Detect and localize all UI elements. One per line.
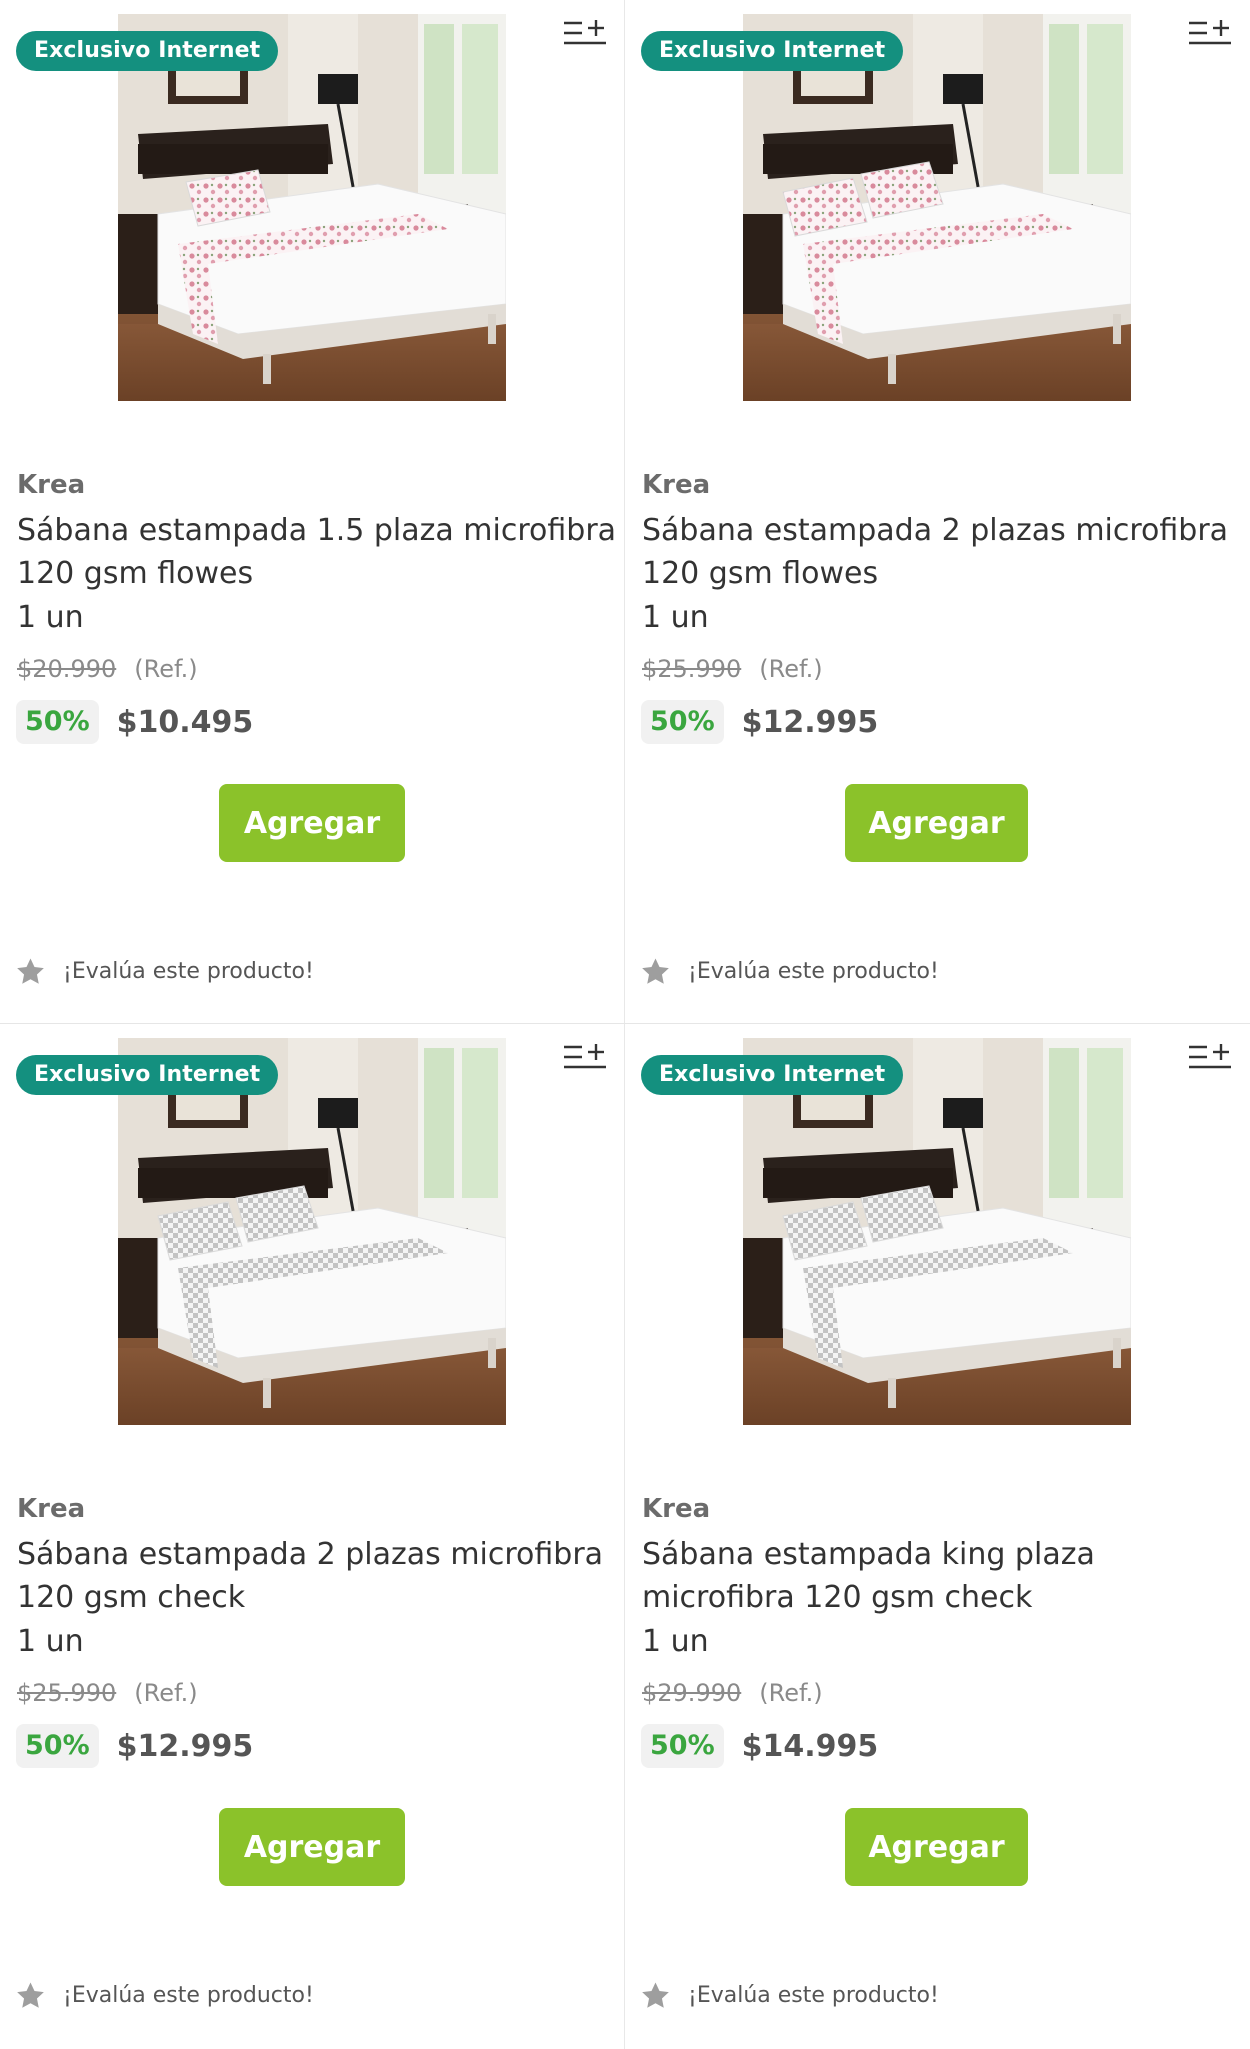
add-to-cart-button[interactable]: Agregar	[845, 1808, 1028, 1886]
product-title[interactable]: Sábana estampada 1.5 plaza microfibra 12…	[17, 509, 617, 595]
exclusive-badge: Exclusivo Internet	[641, 31, 904, 71]
product-unit: 1 un	[642, 600, 709, 635]
compare-add-icon[interactable]	[1187, 1042, 1235, 1074]
product-image[interactable]	[743, 1038, 1131, 1425]
rate-product-label: ¡Evalúa este producto!	[688, 959, 939, 984]
rate-product-link[interactable]: ¡Evalúa este producto!	[14, 955, 314, 988]
rate-product-label: ¡Evalúa este producto!	[63, 1983, 314, 2008]
current-price: $10.495	[116, 704, 254, 740]
add-to-cart-button[interactable]: Agregar	[219, 1808, 405, 1886]
star-icon	[14, 1979, 47, 2012]
product-unit: 1 un	[642, 1624, 709, 1659]
ref-label: (Ref.)	[134, 655, 198, 683]
reference-price-row: $29.990 (Ref.)	[642, 1679, 823, 1707]
old-price: $25.990	[17, 1679, 117, 1707]
discount-badge: 50%	[16, 1724, 99, 1768]
product-card[interactable]: Exclusivo Internet Krea Sábana estampada…	[625, 1024, 1250, 2049]
old-price: $25.990	[642, 655, 742, 683]
star-icon	[639, 1979, 672, 2012]
discount-badge: 50%	[16, 700, 99, 744]
product-image[interactable]	[118, 14, 506, 401]
rate-product-label: ¡Evalúa este producto!	[63, 959, 314, 984]
add-to-cart-button[interactable]: Agregar	[219, 784, 405, 862]
reference-price-row: $25.990 (Ref.)	[17, 1679, 198, 1707]
rate-product-link[interactable]: ¡Evalúa este producto!	[639, 955, 939, 988]
old-price: $20.990	[17, 655, 117, 683]
current-price: $14.995	[741, 1728, 879, 1764]
price-row: 50% $10.495	[16, 700, 253, 744]
product-card[interactable]: Exclusivo Internet Krea Sábana estampada…	[0, 0, 625, 1024]
product-image[interactable]	[743, 14, 1131, 401]
compare-add-icon[interactable]	[1187, 18, 1235, 50]
discount-badge: 50%	[641, 700, 724, 744]
star-icon	[14, 955, 47, 988]
product-title[interactable]: Sábana estampada king plaza microfibra 1…	[642, 1533, 1242, 1619]
product-title[interactable]: Sábana estampada 2 plazas microfibra 120…	[17, 1533, 617, 1619]
product-image[interactable]	[118, 1038, 506, 1425]
rate-product-link[interactable]: ¡Evalúa este producto!	[639, 1979, 939, 2012]
rate-product-link[interactable]: ¡Evalúa este producto!	[14, 1979, 314, 2012]
exclusive-badge: Exclusivo Internet	[641, 1055, 904, 1095]
product-grid: Exclusivo Internet Krea Sábana estampada…	[0, 0, 1250, 2049]
compare-add-icon[interactable]	[562, 1042, 610, 1074]
discount-badge: 50%	[641, 1724, 724, 1768]
product-brand: Krea	[17, 470, 86, 500]
product-brand: Krea	[17, 1494, 86, 1524]
exclusive-badge: Exclusivo Internet	[16, 31, 279, 71]
ref-label: (Ref.)	[134, 1679, 198, 1707]
product-card[interactable]: Exclusivo Internet Krea Sábana estampada…	[625, 0, 1250, 1024]
old-price: $29.990	[642, 1679, 742, 1707]
ref-label: (Ref.)	[759, 655, 823, 683]
price-row: 50% $12.995	[641, 700, 878, 744]
rate-product-label: ¡Evalúa este producto!	[688, 1983, 939, 2008]
product-brand: Krea	[642, 1494, 711, 1524]
price-row: 50% $14.995	[641, 1724, 878, 1768]
product-card[interactable]: Exclusivo Internet Krea Sábana estampada…	[0, 1024, 625, 2049]
ref-label: (Ref.)	[759, 1679, 823, 1707]
star-icon	[639, 955, 672, 988]
price-row: 50% $12.995	[16, 1724, 253, 1768]
current-price: $12.995	[116, 1728, 254, 1764]
compare-add-icon[interactable]	[562, 18, 610, 50]
reference-price-row: $20.990 (Ref.)	[17, 655, 198, 683]
product-unit: 1 un	[17, 600, 84, 635]
reference-price-row: $25.990 (Ref.)	[642, 655, 823, 683]
product-unit: 1 un	[17, 1624, 84, 1659]
current-price: $12.995	[741, 704, 879, 740]
product-title[interactable]: Sábana estampada 2 plazas microfibra 120…	[642, 509, 1242, 595]
exclusive-badge: Exclusivo Internet	[16, 1055, 279, 1095]
add-to-cart-button[interactable]: Agregar	[845, 784, 1028, 862]
product-brand: Krea	[642, 470, 711, 500]
